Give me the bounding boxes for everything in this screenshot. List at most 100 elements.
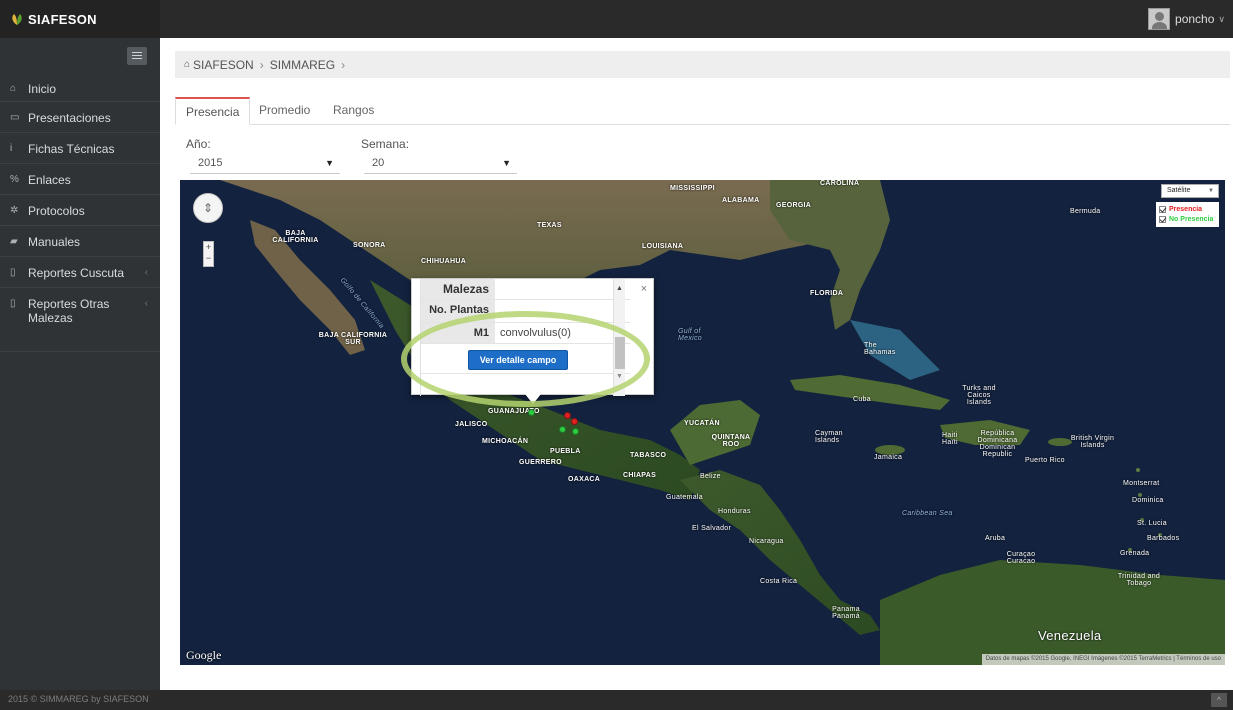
- sidebar-item-label: Enlaces: [28, 173, 71, 187]
- map-label-yucatan: YUCATÁN: [684, 420, 720, 427]
- map-label-honduras: Honduras: [718, 508, 751, 515]
- checkbox-icon[interactable]: [1159, 205, 1166, 213]
- chevron-left-icon: ‹: [144, 267, 148, 278]
- map-label-michoacan: MICHOACÁN: [482, 438, 529, 445]
- sidebar-item-label: Reportes Cuscuta: [28, 266, 125, 280]
- zoom-out-button[interactable]: −: [204, 253, 213, 264]
- breadcrumb: ⌂ SIAFESON › SIMMAREG ›: [175, 51, 1230, 78]
- map-label-chiapas: CHIAPAS: [623, 472, 657, 479]
- marker-no-presence[interactable]: [528, 409, 535, 416]
- map-type-select[interactable]: Satélite ▼: [1161, 184, 1219, 198]
- pan-control[interactable]: ⇕: [193, 193, 223, 223]
- legend-presence[interactable]: Presencia: [1159, 204, 1216, 214]
- map-label-bermuda: Bermuda: [1070, 208, 1101, 215]
- week-select[interactable]: 20 ▼: [364, 152, 517, 174]
- brand[interactable]: SIAFESON: [0, 0, 160, 38]
- tab-presencia[interactable]: Presencia: [175, 97, 251, 125]
- marker-presence[interactable]: [571, 418, 578, 425]
- chevron-right-icon: ›: [259, 57, 264, 72]
- sidebar-item-inicio[interactable]: ⌂ Inicio: [0, 70, 160, 102]
- zoom-in-button[interactable]: +: [204, 242, 213, 253]
- map-label-carolina: CAROLINA: [820, 180, 860, 187]
- checkbox-icon[interactable]: [1159, 215, 1166, 223]
- map-label-aruba: Aruba: [985, 535, 1006, 542]
- sidebar-item-label: Manuales: [28, 235, 81, 249]
- map-label-trinidad-tobago: Trinidad and Tobago: [1117, 573, 1161, 587]
- sidebar-item-fichas-tecnicas[interactable]: i Fichas Técnicas: [0, 133, 160, 164]
- zoom-control[interactable]: + −: [203, 241, 214, 267]
- map-label-turks-caicos: Turks and Caicos Islands: [962, 385, 996, 406]
- user-menu[interactable]: poncho ∨: [1148, 8, 1225, 30]
- map-label-venezuela: Venezuela: [1038, 628, 1102, 643]
- map[interactable]: MISSISSIPPI ALABAMA GEORGIA CAROLINA TEX…: [180, 180, 1225, 665]
- breadcrumb-link-simmareg[interactable]: SIMMAREG: [270, 58, 335, 72]
- map-label-barbados: Barbados: [1147, 535, 1180, 542]
- map-label-oaxaca: OAXACA: [568, 476, 601, 483]
- map-label-costa-rica: Costa Rica: [760, 578, 798, 585]
- scroll-top-button[interactable]: ^: [1211, 693, 1227, 707]
- gear-icon: ✲: [10, 205, 19, 216]
- marker-no-presence[interactable]: [572, 428, 579, 435]
- map-label-chihuahua: CHIHUAHUA: [421, 258, 467, 265]
- book-icon: ▰: [10, 236, 18, 247]
- pan-arrows-icon: ⇕: [202, 201, 214, 215]
- close-icon[interactable]: ×: [641, 283, 647, 295]
- legend-no-presence-label: No Presencia: [1169, 215, 1214, 223]
- google-logo: Google: [186, 648, 222, 662]
- scroll-up-icon[interactable]: ▲: [616, 285, 623, 292]
- caret-down-icon: ▼: [325, 158, 334, 168]
- sidebar-item-manuales[interactable]: ▰ Manuales: [0, 226, 160, 257]
- map-label-puerto-rico: Puerto Rico: [1025, 457, 1065, 464]
- chevron-up-icon: ^: [1216, 695, 1222, 705]
- sidebar-item-reportes-cuscuta[interactable]: ▯ Reportes Cuscuta ‹: [0, 257, 160, 288]
- map-label-florida: FLORIDA: [810, 290, 844, 297]
- map-label-cayman: Cayman Islands: [815, 430, 843, 444]
- week-select-value: 20: [372, 157, 385, 169]
- map-label-guatemala: Guatemala: [666, 494, 703, 501]
- sidebar-item-protocolos[interactable]: ✲ Protocolos: [0, 195, 160, 226]
- sidebar-item-label: Inicio: [28, 82, 57, 96]
- map-label-baja-california: BAJA CALIFORNIA: [272, 230, 319, 244]
- tab-bar: Presencia Promedio Rangos: [175, 97, 1230, 125]
- link-icon: %: [10, 174, 19, 185]
- map-label-british-virgin-islands: British Virgin Islands: [1070, 435, 1115, 449]
- map-label-panama: Panama Panamá: [832, 606, 860, 620]
- breadcrumb-link-siafeson[interactable]: SIAFESON: [193, 58, 254, 72]
- map-label-quintana-roo: QUINTANA ROO: [711, 434, 751, 448]
- sidebar-item-presentaciones[interactable]: ▭ Presentaciones: [0, 102, 160, 133]
- map-legend: Presencia No Presencia: [1156, 202, 1219, 227]
- marker-presence[interactable]: [564, 412, 571, 419]
- year-select[interactable]: 2015 ▼: [190, 152, 340, 174]
- sidebar-item-enlaces[interactable]: % Enlaces: [0, 164, 160, 195]
- map-label-mississippi: MISSISSIPPI: [670, 185, 715, 192]
- caret-down-icon: ▼: [502, 158, 511, 168]
- map-label-belize: Belize: [700, 473, 721, 480]
- tab-rangos[interactable]: Rangos: [323, 97, 384, 125]
- legend-presence-label: Presencia: [1169, 205, 1203, 213]
- map-label-haiti: Haiti Haïti: [942, 432, 958, 446]
- leaf-logo-icon: [12, 14, 22, 25]
- map-label-bahamas: The Bahamas: [864, 342, 896, 356]
- info-row-header: Malezas: [421, 279, 630, 300]
- map-attribution[interactable]: Datos de mapas ©2015 Google, INEGI Imáge…: [981, 654, 1225, 665]
- home-icon: ⌂: [184, 59, 191, 70]
- marker-no-presence[interactable]: [559, 426, 566, 433]
- info-key-malezas: Malezas: [421, 279, 495, 299]
- sidebar-item-label: Reportes Otras Malezas: [28, 297, 110, 325]
- sidebar-item-reportes-otras-malezas[interactable]: ▯ Reportes Otras Malezas ‹: [0, 288, 160, 352]
- map-label-gulf-mexico: Gulf of Mexico: [678, 328, 702, 342]
- map-label-alabama: ALABAMA: [722, 197, 760, 204]
- user-name: poncho: [1175, 12, 1215, 26]
- home-icon: ⌂: [10, 83, 17, 94]
- tab-promedio[interactable]: Promedio: [249, 97, 320, 125]
- chevron-left-icon: ‹: [144, 298, 148, 309]
- map-label-jamaica: Jamaica: [874, 454, 903, 461]
- map-label-curacao: Curaçao Curacao: [1006, 551, 1036, 565]
- map-label-louisiana: LOUISIANA: [642, 243, 684, 250]
- brand-name: SIAFESON: [28, 11, 97, 27]
- legend-no-presence[interactable]: No Presencia: [1159, 214, 1216, 224]
- sidebar-toggle-button[interactable]: [127, 47, 147, 65]
- map-label-cuba: Cuba: [853, 396, 871, 403]
- map-label-georgia: GEORGIA: [776, 202, 812, 209]
- top-navbar: SIAFESON poncho ∨: [0, 0, 1233, 38]
